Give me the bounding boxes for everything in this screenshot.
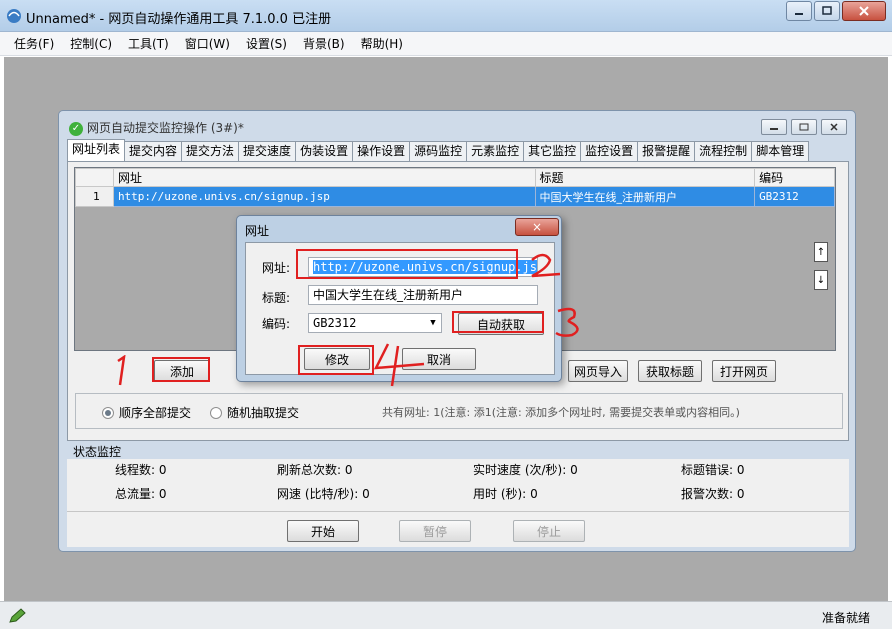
minimize-icon[interactable] bbox=[786, 1, 812, 21]
menu-window[interactable]: 窗口(W) bbox=[185, 35, 230, 52]
tab-monitor-settings[interactable]: 监控设置 bbox=[580, 141, 639, 161]
close-icon[interactable] bbox=[842, 1, 886, 21]
radio-sequential[interactable]: 顺序全部提交 bbox=[102, 404, 191, 421]
tab-url-list[interactable]: 网址列表 bbox=[67, 139, 126, 161]
menu-tools[interactable]: 工具(T) bbox=[128, 35, 169, 52]
monitor-label: 状态监控 bbox=[73, 445, 122, 459]
header-encoding[interactable]: 编码 bbox=[754, 168, 835, 187]
child-close-icon[interactable] bbox=[821, 119, 847, 135]
table-row[interactable]: 1 http://uzone.univs.cn/signup.jsp 中国大学生… bbox=[75, 186, 835, 207]
refresh-label: 刷新总次数: bbox=[277, 463, 342, 477]
tab-operation[interactable]: 操作设置 bbox=[352, 141, 411, 161]
encoding-value: GB2312 bbox=[313, 316, 357, 330]
app-title: Unnamed* - 网页自动操作通用工具 7.1.0.0 已注册 bbox=[26, 12, 332, 27]
tab-disguise[interactable]: 伪装设置 bbox=[295, 141, 354, 161]
url-dialog: 网址 × 网址: http://uzone.univs.cn/signup.js… bbox=[236, 215, 562, 382]
title-field[interactable]: 中国大学生在线_注册新用户 bbox=[308, 285, 538, 305]
header-title[interactable]: 标题 bbox=[534, 168, 756, 187]
arrow-down-icon: ↓ bbox=[816, 274, 826, 286]
dialog-title: 网址 bbox=[245, 224, 270, 238]
alarm-count-label: 报警次数: bbox=[681, 487, 734, 501]
alarm-count-value: 0 bbox=[736, 487, 745, 501]
child-maximize-icon[interactable] bbox=[791, 119, 817, 135]
annotation-box-modify bbox=[298, 345, 374, 375]
stop-button[interactable]: 停止 bbox=[513, 520, 585, 542]
annotation-box-url bbox=[296, 249, 518, 279]
menu-control[interactable]: 控制(C) bbox=[70, 35, 112, 52]
status-text: 准备就绪 bbox=[821, 611, 870, 625]
header-url[interactable]: 网址 bbox=[112, 168, 536, 187]
title-bar: Unnamed* - 网页自动操作通用工具 7.1.0.0 已注册 bbox=[0, 0, 892, 32]
tab-flow-control[interactable]: 流程控制 bbox=[694, 141, 753, 161]
child-minimize-icon[interactable] bbox=[761, 119, 787, 135]
pause-button[interactable]: 暂停 bbox=[399, 520, 471, 542]
arrow-up-icon: ↑ bbox=[816, 246, 826, 258]
cancel-button[interactable]: 取消 bbox=[402, 348, 476, 370]
speed-value: 0 bbox=[570, 463, 578, 477]
monitor-area: 线程数: 0 刷新总次数: 0 实时速度 (次/秒): 0 标题错误: 0 总流… bbox=[67, 459, 849, 511]
menu-bar: 任务(F) 控制(C) 工具(T) 窗口(W) 设置(S) 背景(B) 帮助(H… bbox=[0, 32, 892, 56]
threads-value: 0 bbox=[158, 463, 167, 477]
refresh-value: 0 bbox=[344, 463, 353, 477]
table-header: 网址 标题 编码 bbox=[75, 168, 835, 187]
row-num: 1 bbox=[75, 186, 114, 207]
maximize-icon[interactable] bbox=[814, 1, 840, 21]
start-button[interactable]: 开始 bbox=[287, 520, 359, 542]
menu-settings[interactable]: 设置(S) bbox=[246, 35, 287, 52]
tab-submit-content[interactable]: 提交内容 bbox=[124, 141, 183, 161]
speed-label: 实时速度 (次/秒): bbox=[473, 463, 567, 477]
encoding-label: 编码: bbox=[262, 317, 291, 331]
title-label: 标题: bbox=[262, 291, 291, 305]
tab-submit-method[interactable]: 提交方法 bbox=[181, 141, 240, 161]
radio-random[interactable]: 随机抽取提交 bbox=[210, 404, 299, 421]
control-bar: 开始 暂停 停止 bbox=[67, 511, 849, 547]
traffic-value: 0 bbox=[158, 487, 167, 501]
tab-submit-speed[interactable]: 提交速度 bbox=[238, 141, 297, 161]
url-count-note: 共有网址: 1(注意: 添1(注意: 添加多个网址时, 需要提交表单或内容相同。… bbox=[382, 406, 740, 419]
row-title: 中国大学生在线_注册新用户 bbox=[534, 186, 756, 207]
threads-label: 线程数: bbox=[115, 463, 156, 477]
annotation-box-add bbox=[152, 357, 210, 382]
netspeed-value: 0 bbox=[362, 487, 370, 501]
tab-other-monitor[interactable]: 其它监控 bbox=[523, 141, 582, 161]
annotation-box-autofetch bbox=[452, 311, 544, 333]
tab-strip: 网址列表 提交内容 提交方法 提交速度 伪装设置 操作设置 源码监控 元素监控 … bbox=[67, 139, 810, 161]
move-down-button[interactable]: ↓ bbox=[814, 270, 828, 290]
netspeed-label: 网速 (比特/秒): bbox=[277, 487, 359, 501]
title-error-label: 标题错误: bbox=[681, 463, 734, 477]
encoding-select[interactable]: GB2312 ▼ bbox=[308, 313, 442, 333]
radio-random-label: 随机抽取提交 bbox=[227, 406, 300, 420]
import-button[interactable]: 网页导入 bbox=[568, 360, 628, 382]
radio-sequential-label: 顺序全部提交 bbox=[119, 406, 192, 420]
tab-source-monitor[interactable]: 源码监控 bbox=[409, 141, 468, 161]
pencil-icon bbox=[9, 608, 26, 623]
header-num bbox=[75, 168, 114, 187]
radio-dot-checked bbox=[102, 406, 114, 419]
status-bar: 准备就绪 bbox=[0, 601, 892, 629]
traffic-label: 总流量: bbox=[115, 487, 156, 501]
url-label: 网址: bbox=[262, 261, 291, 275]
fetch-title-button[interactable]: 获取标题 bbox=[638, 360, 702, 382]
tab-script[interactable]: 脚本管理 bbox=[751, 141, 810, 161]
row-url: http://uzone.univs.cn/signup.jsp bbox=[112, 186, 536, 207]
tab-element-monitor[interactable]: 元素监控 bbox=[466, 141, 525, 161]
title-error-value: 0 bbox=[736, 463, 745, 477]
submit-mode-group: 顺序全部提交 随机抽取提交 共有网址: 1(注意: 添1(注意: 添加多个网址时… bbox=[75, 393, 843, 429]
child-title-text: 网页自动提交监控操作 (3#)* bbox=[87, 121, 244, 135]
tab-alarm[interactable]: 报警提醒 bbox=[637, 141, 696, 161]
open-page-button[interactable]: 打开网页 bbox=[712, 360, 776, 382]
time-value: 0 bbox=[530, 487, 538, 501]
radio-dot bbox=[210, 406, 222, 419]
row-encoding: GB2312 bbox=[754, 186, 835, 207]
menu-help[interactable]: 帮助(H) bbox=[361, 35, 403, 52]
child-window-title: ✓ 网页自动提交监控操作 (3#)* bbox=[69, 119, 244, 136]
move-up-button[interactable]: ↑ bbox=[814, 242, 828, 262]
dialog-close-icon[interactable]: × bbox=[515, 218, 559, 236]
chevron-down-icon: ▼ bbox=[430, 318, 436, 328]
check-icon: ✓ bbox=[69, 121, 83, 136]
menu-task[interactable]: 任务(F) bbox=[14, 35, 54, 52]
app-icon bbox=[7, 9, 21, 23]
time-label: 用时 (秒): bbox=[473, 487, 527, 501]
menu-background[interactable]: 背景(B) bbox=[303, 35, 345, 52]
